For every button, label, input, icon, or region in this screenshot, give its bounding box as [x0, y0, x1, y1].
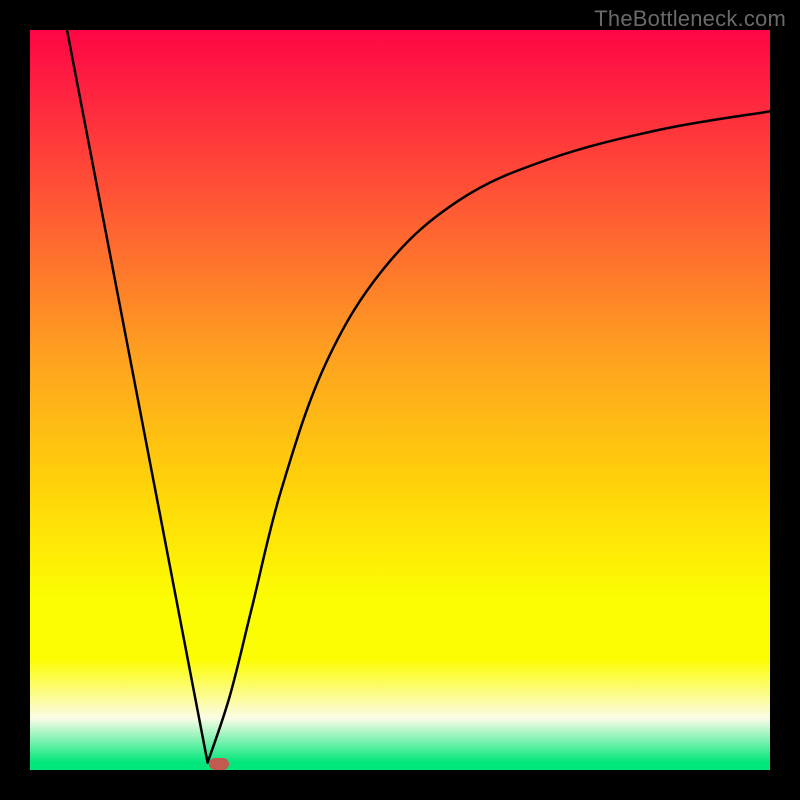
optimal-point-marker — [209, 758, 229, 770]
watermark-text: TheBottleneck.com — [594, 6, 786, 32]
plot-svg — [30, 30, 770, 770]
chart-container: TheBottleneck.com — [0, 0, 800, 800]
plot-frame — [30, 30, 770, 770]
gradient-background — [30, 30, 770, 770]
